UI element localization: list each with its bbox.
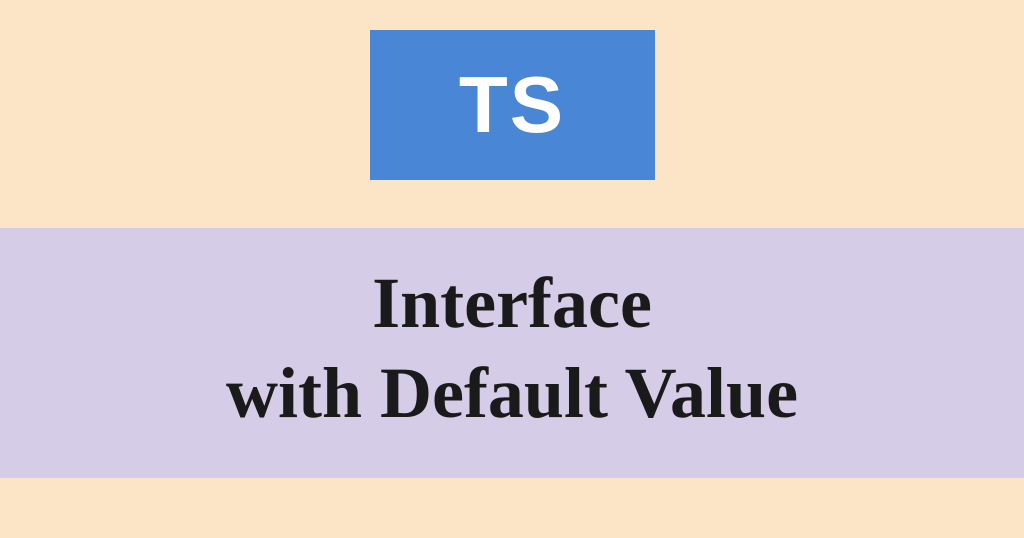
typescript-logo-box: TS: [370, 30, 655, 180]
typescript-logo-text: TS: [459, 59, 565, 151]
title-line-1: Interface: [372, 258, 652, 348]
title-line-2: with Default Value: [226, 348, 798, 438]
title-band: Interface with Default Value: [0, 228, 1024, 478]
